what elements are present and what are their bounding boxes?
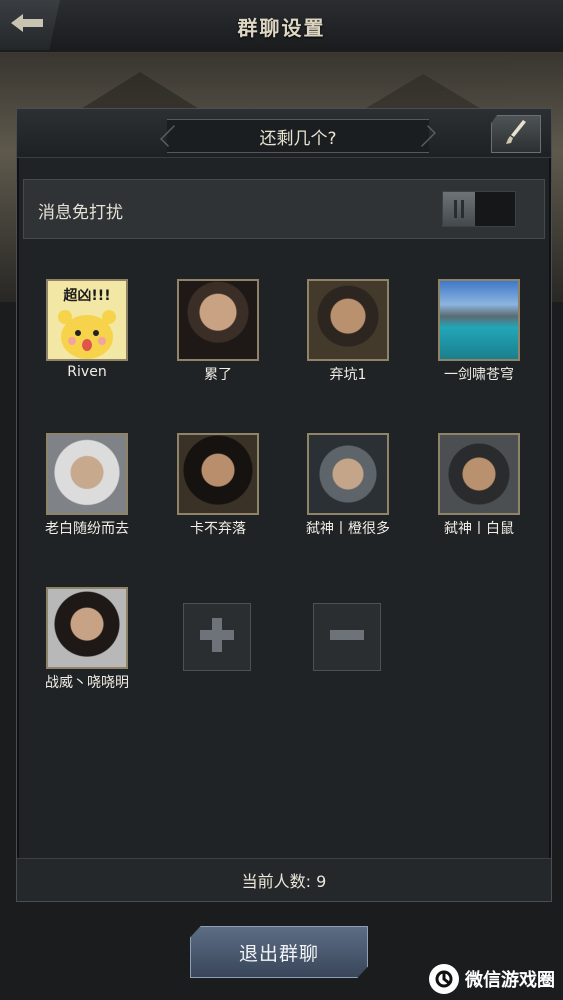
member-name: 战威丶哓哓明 xyxy=(45,675,129,691)
plus-icon xyxy=(197,615,237,659)
edit-name-button[interactable] xyxy=(491,115,541,153)
add-member-button[interactable] xyxy=(183,603,251,671)
group-name-plate: 还剩几个? xyxy=(167,119,429,153)
member-name: Riven xyxy=(67,364,107,380)
avatar[interactable] xyxy=(438,433,520,515)
avatar[interactable] xyxy=(46,433,128,515)
member-name: 一剑啸苍穹 xyxy=(444,367,514,383)
avatar[interactable]: 超凶!!! xyxy=(46,279,128,361)
do-not-disturb-label: 消息免打扰 xyxy=(38,203,123,223)
avatar-text: 超凶!!! xyxy=(63,288,111,304)
member-name: 弑神丨橙很多 xyxy=(306,521,390,537)
member-item[interactable]: 战威丶哓哓明 xyxy=(32,587,142,692)
page-title: 群聊设置 xyxy=(237,16,326,40)
member-name: 弑神丨白鼠 xyxy=(444,521,514,537)
watermark: 微信游戏圈 xyxy=(429,964,555,994)
member-item[interactable]: 卡不弃落 xyxy=(163,433,273,538)
panel-header: 还剩几个? xyxy=(17,109,551,158)
member-item[interactable]: 一剑啸苍穹 xyxy=(424,279,534,384)
exit-group-button[interactable]: 退出群聊 xyxy=(190,926,368,978)
avatar[interactable] xyxy=(307,433,389,515)
do-not-disturb-row: 消息免打扰 xyxy=(23,179,545,239)
member-name: 累了 xyxy=(204,367,232,383)
watermark-text: 微信游戏圈 xyxy=(465,970,555,991)
member-count-bar: 当前人数: 9 xyxy=(17,858,551,901)
brush-icon xyxy=(505,119,527,149)
group-name: 还剩几个? xyxy=(259,128,337,149)
avatar[interactable] xyxy=(177,279,259,361)
toggle-knob[interactable] xyxy=(443,192,475,226)
member-item[interactable]: 超凶!!! Riven xyxy=(32,279,142,380)
member-item[interactable]: 弑神丨橙很多 xyxy=(293,433,403,538)
member-item[interactable]: 弃坑1 xyxy=(293,279,403,384)
do-not-disturb-toggle[interactable] xyxy=(442,191,516,227)
member-name: 卡不弃落 xyxy=(190,521,246,537)
member-item[interactable]: 老白随纷而去 xyxy=(32,433,142,538)
member-item[interactable]: 弑神丨白鼠 xyxy=(424,433,534,538)
member-name: 弃坑1 xyxy=(329,367,367,383)
avatar[interactable] xyxy=(438,279,520,361)
member-name: 老白随纷而去 xyxy=(45,521,129,537)
member-count: 当前人数: 9 xyxy=(241,872,327,891)
settings-panel: 还剩几个? 消息免打扰 超凶!!! Riven 累了 弃坑1 一剑啸苍穹 老白随… xyxy=(16,108,552,902)
avatar[interactable] xyxy=(46,587,128,669)
avatar[interactable] xyxy=(307,279,389,361)
watermark-logo-icon xyxy=(429,964,459,994)
minus-icon xyxy=(327,615,367,659)
avatar[interactable] xyxy=(177,433,259,515)
member-item[interactable]: 累了 xyxy=(163,279,273,384)
remove-member-button[interactable] xyxy=(313,603,381,671)
top-bar: 群聊设置 xyxy=(0,0,563,53)
